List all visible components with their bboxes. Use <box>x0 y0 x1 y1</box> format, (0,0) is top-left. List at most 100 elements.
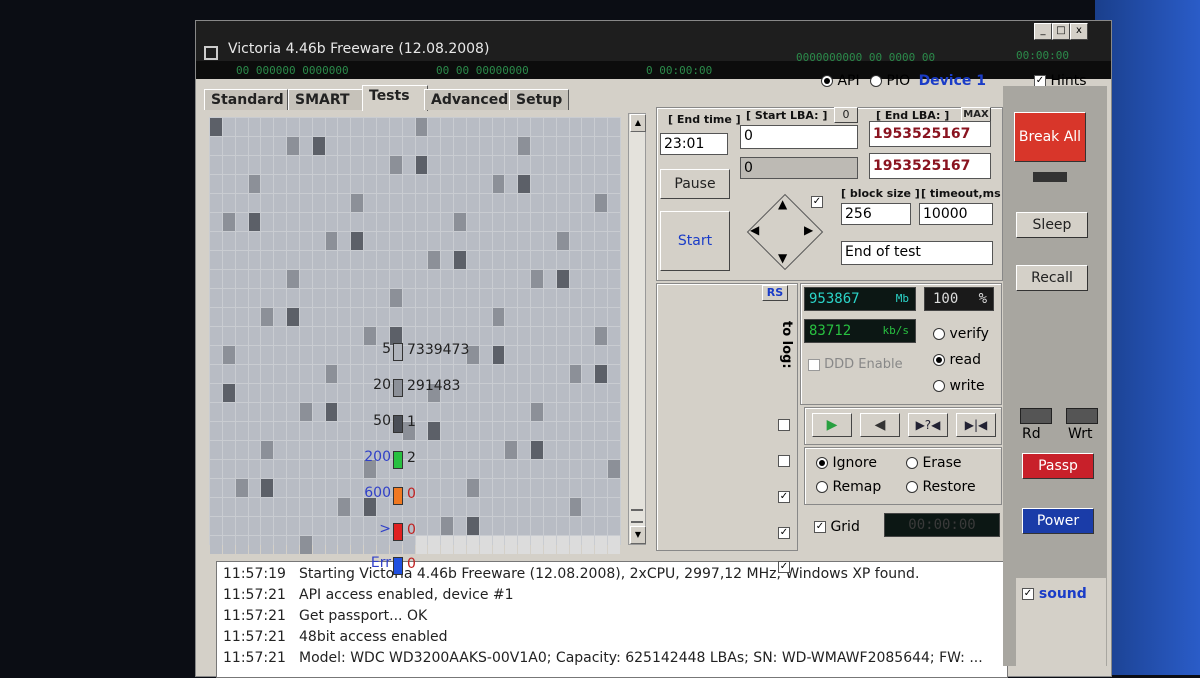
grid-cell <box>299 498 312 516</box>
restore-option[interactable]: Restore <box>906 479 976 495</box>
end-time-field[interactable]: 23:01 <box>660 133 728 155</box>
tab-advanced[interactable]: Advanced <box>424 89 512 110</box>
recall-button[interactable]: Recall <box>1016 265 1088 291</box>
ddd-enable-toggle[interactable]: DDD Enable <box>808 357 903 372</box>
grid-cell <box>569 156 582 174</box>
rs-button[interactable]: RS <box>762 285 788 301</box>
grid-cell <box>556 156 569 174</box>
device-label[interactable]: Device 1 <box>919 73 986 89</box>
grid-cell <box>312 194 325 212</box>
grid-cell <box>454 156 466 174</box>
log-checkbox[interactable]: ✓ <box>778 527 790 539</box>
grid-cell <box>518 251 531 269</box>
grid-toggle[interactable]: ✓ Grid <box>814 519 860 535</box>
log-text: 48bit access enabled <box>299 629 448 645</box>
power-button[interactable]: Power <box>1022 508 1094 534</box>
ddd-checkbox[interactable] <box>808 358 820 371</box>
grid-cell <box>531 118 543 136</box>
log-checkbox[interactable] <box>778 455 790 467</box>
break-all-button[interactable]: Break All <box>1014 112 1086 162</box>
dpad-checkbox[interactable]: ✓ <box>811 196 823 208</box>
grid-cell <box>415 270 428 288</box>
log-checkbox[interactable]: ✓ <box>778 561 790 573</box>
arrow-up-icon[interactable]: ▲ <box>778 197 787 211</box>
passp-button[interactable]: Passp <box>1022 453 1094 479</box>
grid-cell <box>556 498 569 516</box>
restore-radio[interactable] <box>906 481 918 493</box>
grid-cell <box>312 175 325 193</box>
pause-button[interactable]: Pause <box>660 169 730 199</box>
end-lba-field[interactable]: 1953525167 <box>869 121 991 147</box>
api-radio[interactable] <box>821 75 833 87</box>
tab-tests[interactable]: Tests <box>362 85 428 111</box>
sound-toggle[interactable]: ✓ sound <box>1022 586 1087 602</box>
start-lba-field[interactable]: 0 <box>740 125 858 149</box>
grid-cell <box>479 517 492 535</box>
grid-cell <box>441 403 454 421</box>
grid-cell <box>531 289 543 307</box>
pio-radio[interactable] <box>870 75 883 87</box>
grid-cell <box>287 365 299 383</box>
end-action-select[interactable]: End of test <box>841 241 993 265</box>
minimize-button[interactable]: _ <box>1034 23 1052 40</box>
grid-cell <box>299 441 312 459</box>
grid-cell <box>454 213 466 231</box>
grid-cell <box>531 346 543 364</box>
grid-cell <box>595 327 608 345</box>
ignore-radio[interactable] <box>816 457 828 469</box>
grid-cell <box>248 327 261 345</box>
grid-cell <box>325 403 338 421</box>
verify-radio[interactable] <box>933 328 945 340</box>
grid-checkbox[interactable]: ✓ <box>814 521 826 533</box>
grid-cell <box>595 118 608 136</box>
read-radio[interactable] <box>933 354 945 366</box>
mb-unit: Mb <box>895 292 909 305</box>
erase-radio[interactable] <box>906 457 918 469</box>
end-lba-field-2[interactable]: 1953525167 <box>869 153 991 179</box>
grid-cell <box>505 479 518 497</box>
arrow-down-icon[interactable]: ▼ <box>778 251 787 265</box>
log-time: 11:57:21 <box>223 608 286 624</box>
scroll-up-arrow[interactable]: ▲ <box>630 114 646 132</box>
grid-cell <box>428 536 441 554</box>
block-size-select[interactable]: 256 <box>841 203 911 225</box>
grid-cell <box>351 118 364 136</box>
tab-standard[interactable]: Standard <box>204 89 288 110</box>
butterfly-button[interactable]: ▶|◀ <box>956 413 996 437</box>
grid-cell <box>556 346 569 364</box>
grid-cell <box>222 194 235 212</box>
grid-scrollbar[interactable]: ▲ ▼ <box>628 113 646 545</box>
erase-option[interactable]: Erase <box>906 455 962 471</box>
grid-cell <box>518 232 531 250</box>
scroll-down-arrow[interactable]: ▼ <box>630 526 646 544</box>
close-button[interactable]: x <box>1070 23 1088 40</box>
sleep-button[interactable]: Sleep <box>1016 212 1088 238</box>
remap-radio[interactable] <box>816 481 828 493</box>
arrow-right-icon[interactable]: ▶ <box>804 223 813 237</box>
sound-checkbox[interactable]: ✓ <box>1022 588 1034 600</box>
grid-cell <box>325 137 338 155</box>
log-checkbox[interactable] <box>778 419 790 431</box>
grid-cell <box>261 479 274 497</box>
tab-setup[interactable]: Setup <box>509 89 569 110</box>
scroll-thumb[interactable] <box>631 509 643 523</box>
arrow-left-icon[interactable]: ◀ <box>750 223 759 237</box>
grid-cell <box>543 251 556 269</box>
grid-cell <box>312 479 325 497</box>
grid-cell <box>543 536 556 554</box>
play-backward-button[interactable]: ◀ <box>860 413 900 437</box>
start-lba-zero-button[interactable]: 0 <box>834 107 858 123</box>
tab-smart[interactable]: SMART <box>288 89 364 110</box>
maximize-button[interactable]: □ <box>1052 23 1070 40</box>
log-checkbox[interactable]: ✓ <box>778 491 790 503</box>
write-radio[interactable] <box>933 380 945 392</box>
seek-random-button[interactable]: ▶?◀ <box>908 413 948 437</box>
grid-cell <box>454 479 466 497</box>
grid-cell <box>402 308 415 326</box>
timeout-select[interactable]: 10000 <box>919 203 993 225</box>
play-forward-button[interactable]: ▶ <box>812 413 852 437</box>
ignore-option[interactable]: Ignore <box>816 455 877 471</box>
remap-option[interactable]: Remap <box>816 479 881 495</box>
start-button[interactable]: Start <box>660 211 730 271</box>
grid-cell <box>428 441 441 459</box>
